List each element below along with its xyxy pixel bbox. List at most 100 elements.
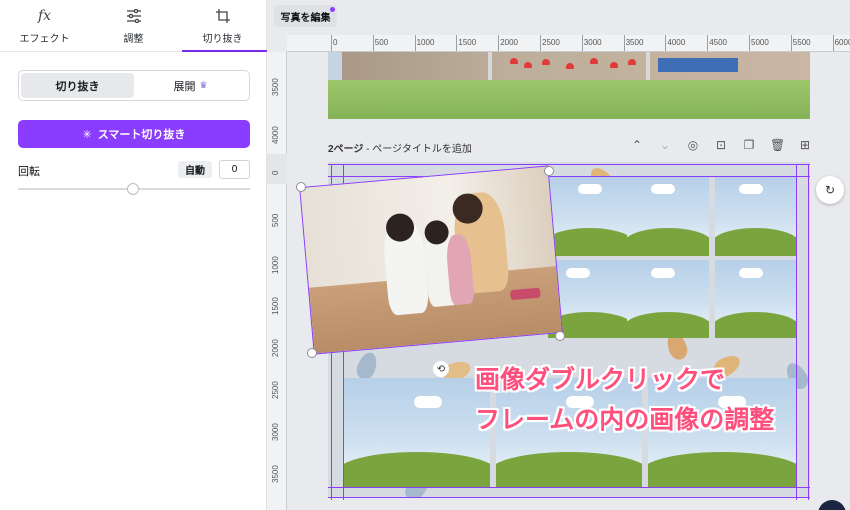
image-frame[interactable] <box>344 378 490 488</box>
resize-handle-bottom-right[interactable] <box>555 331 565 341</box>
rotate-handle-icon[interactable]: ⟲ <box>433 361 449 377</box>
ruler-label: 500 <box>271 213 280 227</box>
crop-mode-button[interactable]: 切り抜き <box>21 73 134 98</box>
ruler-page-gap <box>267 154 287 184</box>
trash-icon[interactable]: 🗑 <box>770 138 785 154</box>
ruler-label: 3500 <box>625 38 644 47</box>
expand-mode-button[interactable]: 展開 ♛ <box>134 73 247 98</box>
red-hat-figure <box>542 59 550 65</box>
auto-rotate-button[interactable]: 自動 <box>178 161 212 178</box>
ruler-tick <box>372 35 374 51</box>
blue-tarp <box>658 58 738 72</box>
image-frame[interactable] <box>548 176 631 256</box>
photo-divider <box>646 52 650 80</box>
ruler-tick <box>623 35 625 51</box>
image-frame[interactable] <box>627 176 709 256</box>
ruler-tick <box>581 35 583 51</box>
page-number: 2ページ <box>328 144 364 155</box>
hill-shape <box>344 452 490 488</box>
resize-handle-top-left[interactable] <box>296 182 306 192</box>
ruler-label: 5000 <box>751 38 769 47</box>
ruler-label: 1000 <box>271 255 280 274</box>
edit-tabs: fx エフェクト 調整 切り抜き <box>0 0 267 52</box>
ruler-tick <box>832 35 834 51</box>
tab-adjust-label: 調整 <box>123 34 144 45</box>
hill-shape <box>648 452 796 488</box>
page-title-placeholder[interactable]: - ページタイトルを追加 <box>363 144 472 155</box>
cloud-shape <box>651 184 675 194</box>
hill-shape <box>715 312 796 338</box>
ruler-label: 1000 <box>416 38 435 47</box>
ruler-label: 3500 <box>271 78 280 96</box>
red-hat-figure <box>590 58 598 64</box>
page1-photo-strip[interactable] <box>342 52 810 80</box>
tab-adjust[interactable]: 調整 <box>89 0 178 51</box>
rotation-slider-handle[interactable] <box>127 183 139 195</box>
ruler-tick <box>540 35 541 51</box>
annotation-line-1: 画像ダブルクリックで <box>475 366 726 394</box>
photo-divider <box>488 52 492 80</box>
fx-icon: fx <box>37 8 52 24</box>
help-button[interactable] <box>818 500 846 510</box>
hide-icon[interactable]: ◎ <box>686 138 700 154</box>
hill-shape <box>627 312 709 338</box>
add-page-icon[interactable]: ⊞ <box>798 138 812 154</box>
red-hat-figure <box>566 63 574 69</box>
tab-effects-label: エフェクト <box>19 34 70 45</box>
hill-shape <box>627 228 709 256</box>
resize-handle-bottom-left[interactable] <box>307 348 317 358</box>
cloud-shape <box>651 268 675 278</box>
ruler-label: 3500 <box>271 464 280 483</box>
ruler-tick <box>790 35 792 51</box>
cloud-shape <box>739 184 763 194</box>
ruler-label: 2000 <box>271 339 280 358</box>
image-frame[interactable] <box>627 260 709 338</box>
resize-handle-top-right[interactable] <box>544 166 554 176</box>
page-title[interactable]: 2ページ - ページタイトルを追加 <box>328 140 472 155</box>
red-hat-figure <box>510 58 518 64</box>
duplicate-icon[interactable]: ❐ <box>742 138 756 154</box>
sliders-icon <box>126 6 142 26</box>
ruler-label: 1500 <box>271 297 280 316</box>
tab-crop[interactable]: 切り抜き <box>178 0 267 52</box>
ruler-label: 2500 <box>271 381 280 399</box>
edit-photo-button[interactable]: 写真を編集 <box>274 5 337 27</box>
ruler-label: 4000 <box>271 126 280 144</box>
smart-crop-button[interactable]: ✳ スマート切り抜き <box>18 120 250 148</box>
cloud-shape <box>566 268 590 278</box>
vertical-ruler: 3500 4000 0 500 1000 1500 2000 2500 3000 3500 <box>267 52 287 510</box>
crown-icon: ♛ <box>199 80 208 90</box>
guide-line <box>328 164 810 165</box>
move-up-icon[interactable]: ⌃ <box>630 138 644 154</box>
ruler-tick <box>331 35 332 51</box>
ruler-tick <box>456 35 458 51</box>
ruler-tick <box>749 35 750 51</box>
cloud-shape <box>578 184 602 194</box>
ruler-tick <box>414 35 416 51</box>
add-comment-button[interactable]: ↻ <box>816 176 844 204</box>
ruler-label: 500 <box>374 38 389 47</box>
page-toolbar: ⌃ ⌄ ◎ ⊡ ❐ 🗑 ⊞ <box>630 138 812 154</box>
cloud-shape <box>414 396 442 408</box>
guide-line <box>328 487 810 488</box>
page-1[interactable] <box>328 52 810 119</box>
tab-effects[interactable]: fx エフェクト <box>0 0 89 51</box>
crop-mode-toggle: 切り抜き 展開 ♛ <box>18 70 250 101</box>
rotation-value-input[interactable]: 0 <box>219 160 250 179</box>
lock-icon[interactable]: ⊡ <box>714 138 728 154</box>
ruler-label: 3000 <box>271 423 280 441</box>
ruler-tick <box>707 35 709 51</box>
ruler-label: 4500 <box>709 38 727 47</box>
ruler-label: 0 <box>271 170 280 175</box>
grass-background <box>328 80 810 119</box>
move-down-icon[interactable]: ⌄ <box>658 138 672 154</box>
hill-shape <box>548 228 631 256</box>
image-frame[interactable] <box>715 176 796 256</box>
ruler-label: 5500 <box>792 38 811 47</box>
image-frame[interactable] <box>715 260 796 338</box>
edit-panel: fx エフェクト 調整 切り抜き 切り抜き 展開 ♛ ✳ スマート切り抜き 回転 … <box>0 0 267 510</box>
hill-shape <box>715 228 796 256</box>
smart-crop-label: スマート切り抜き <box>97 129 186 141</box>
notification-dot <box>330 7 335 12</box>
guide-line <box>328 497 810 498</box>
